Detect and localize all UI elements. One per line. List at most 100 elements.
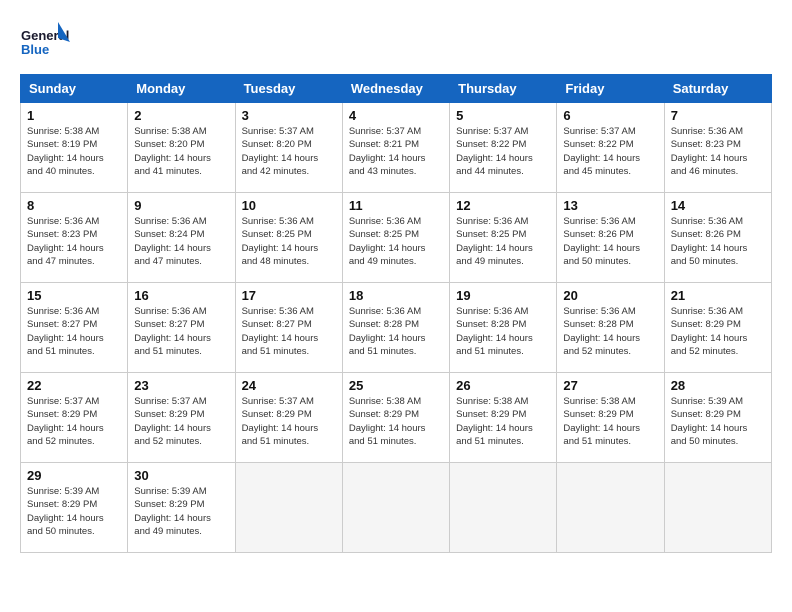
- calendar-cell: [664, 463, 771, 553]
- day-number: 2: [134, 108, 228, 123]
- calendar-cell: 11 Sunrise: 5:36 AMSunset: 8:25 PMDayligh…: [342, 193, 449, 283]
- calendar-cell: 18Sunrise: 5:36 AMSunset: 8:28 PMDayligh…: [342, 283, 449, 373]
- calendar-cell: 2 Sunrise: 5:38 AMSunset: 8:20 PMDaylight…: [128, 103, 235, 193]
- calendar-cell: 30 Sunrise: 5:39 AMSunset: 8:29 PMDayligh…: [128, 463, 235, 553]
- day-info: Sunrise: 5:38 AMSunset: 8:29 PMDaylight:…: [349, 395, 443, 448]
- calendar-cell: 13 Sunrise: 5:36 AMSunset: 8:26 PMDayligh…: [557, 193, 664, 283]
- day-number: 30: [134, 468, 228, 483]
- calendar-week-row: 29 Sunrise: 5:39 AMSunset: 8:29 PMDayligh…: [21, 463, 772, 553]
- day-info: Sunrise: 5:36 AMSunset: 8:26 PMDaylight:…: [563, 215, 657, 268]
- day-info: Sunrise: 5:36 AMSunset: 8:23 PMDaylight:…: [671, 125, 765, 178]
- calendar-cell: 1 Sunrise: 5:38 AMSunset: 8:19 PMDaylight…: [21, 103, 128, 193]
- calendar-cell: 19Sunrise: 5:36 AMSunset: 8:28 PMDayligh…: [450, 283, 557, 373]
- calendar-cell: [557, 463, 664, 553]
- weekday-header: Tuesday: [235, 75, 342, 103]
- day-number: 12: [456, 198, 550, 213]
- calendar-cell: 6 Sunrise: 5:37 AMSunset: 8:22 PMDaylight…: [557, 103, 664, 193]
- day-number: 9: [134, 198, 228, 213]
- day-info: Sunrise: 5:38 AMSunset: 8:29 PMDaylight:…: [456, 395, 550, 448]
- calendar-cell: 4 Sunrise: 5:37 AMSunset: 8:21 PMDaylight…: [342, 103, 449, 193]
- day-number: 18: [349, 288, 443, 303]
- day-info: Sunrise: 5:37 AMSunset: 8:29 PMDaylight:…: [242, 395, 336, 448]
- weekday-header: Sunday: [21, 75, 128, 103]
- calendar-cell: 25 Sunrise: 5:38 AMSunset: 8:29 PMDayligh…: [342, 373, 449, 463]
- day-info: Sunrise: 5:36 AMSunset: 8:27 PMDaylight:…: [134, 305, 228, 358]
- day-number: 25: [349, 378, 443, 393]
- day-number: 22: [27, 378, 121, 393]
- calendar-week-row: 15 Sunrise: 5:36 AMSunset: 8:27 PMDayligh…: [21, 283, 772, 373]
- header: General Blue: [20, 20, 772, 64]
- calendar-cell: 10 Sunrise: 5:36 AMSunset: 8:25 PMDayligh…: [235, 193, 342, 283]
- calendar-cell: 16 Sunrise: 5:36 AMSunset: 8:27 PMDayligh…: [128, 283, 235, 373]
- calendar-cell: 15 Sunrise: 5:36 AMSunset: 8:27 PMDayligh…: [21, 283, 128, 373]
- weekday-header: Monday: [128, 75, 235, 103]
- day-info: Sunrise: 5:38 AMSunset: 8:19 PMDaylight:…: [27, 125, 121, 178]
- calendar-cell: 27 Sunrise: 5:38 AMSunset: 8:29 PMDayligh…: [557, 373, 664, 463]
- day-number: 7: [671, 108, 765, 123]
- day-number: 8: [27, 198, 121, 213]
- day-number: 26: [456, 378, 550, 393]
- day-info: Sunrise: 5:36 AMSunset: 8:24 PMDaylight:…: [134, 215, 228, 268]
- day-number: 24: [242, 378, 336, 393]
- day-number: 16: [134, 288, 228, 303]
- day-info: Sunrise: 5:39 AMSunset: 8:29 PMDaylight:…: [134, 485, 228, 538]
- day-info: Sunrise: 5:37 AMSunset: 8:22 PMDaylight:…: [456, 125, 550, 178]
- calendar-cell: 22 Sunrise: 5:37 AMSunset: 8:29 PMDayligh…: [21, 373, 128, 463]
- calendar-cell: 17Sunrise: 5:36 AMSunset: 8:27 PMDayligh…: [235, 283, 342, 373]
- day-number: 3: [242, 108, 336, 123]
- day-info: Sunrise: 5:36 AMSunset: 8:25 PMDaylight:…: [456, 215, 550, 268]
- day-number: 6: [563, 108, 657, 123]
- calendar-cell: 12 Sunrise: 5:36 AMSunset: 8:25 PMDayligh…: [450, 193, 557, 283]
- weekday-header: Saturday: [664, 75, 771, 103]
- calendar-cell: 8 Sunrise: 5:36 AMSunset: 8:23 PMDaylight…: [21, 193, 128, 283]
- calendar-week-row: 8 Sunrise: 5:36 AMSunset: 8:23 PMDaylight…: [21, 193, 772, 283]
- logo: General Blue: [20, 20, 70, 64]
- calendar-header-row: SundayMondayTuesdayWednesdayThursdayFrid…: [21, 75, 772, 103]
- weekday-header: Wednesday: [342, 75, 449, 103]
- day-number: 15: [27, 288, 121, 303]
- svg-text:Blue: Blue: [21, 42, 49, 57]
- day-number: 23: [134, 378, 228, 393]
- day-info: Sunrise: 5:39 AMSunset: 8:29 PMDaylight:…: [671, 395, 765, 448]
- logo-icon: General Blue: [20, 20, 70, 64]
- day-info: Sunrise: 5:36 AMSunset: 8:23 PMDaylight:…: [27, 215, 121, 268]
- day-number: 1: [27, 108, 121, 123]
- calendar-cell: [342, 463, 449, 553]
- calendar-cell: 28 Sunrise: 5:39 AMSunset: 8:29 PMDayligh…: [664, 373, 771, 463]
- day-info: Sunrise: 5:37 AMSunset: 8:21 PMDaylight:…: [349, 125, 443, 178]
- day-number: 28: [671, 378, 765, 393]
- weekday-header: Friday: [557, 75, 664, 103]
- day-number: 13: [563, 198, 657, 213]
- day-info: Sunrise: 5:36 AMSunset: 8:28 PMDaylight:…: [563, 305, 657, 358]
- day-info: Sunrise: 5:36 AMSunset: 8:25 PMDaylight:…: [349, 215, 443, 268]
- weekday-header: Thursday: [450, 75, 557, 103]
- calendar-cell: 20 Sunrise: 5:36 AMSunset: 8:28 PMDayligh…: [557, 283, 664, 373]
- day-number: 10: [242, 198, 336, 213]
- day-number: 4: [349, 108, 443, 123]
- day-info: Sunrise: 5:38 AMSunset: 8:29 PMDaylight:…: [563, 395, 657, 448]
- day-number: 19: [456, 288, 550, 303]
- day-info: Sunrise: 5:39 AMSunset: 8:29 PMDaylight:…: [27, 485, 121, 538]
- calendar-cell: [235, 463, 342, 553]
- day-info: Sunrise: 5:36 AMSunset: 8:27 PMDaylight:…: [27, 305, 121, 358]
- day-number: 29: [27, 468, 121, 483]
- calendar-cell: 24 Sunrise: 5:37 AMSunset: 8:29 PMDayligh…: [235, 373, 342, 463]
- day-info: Sunrise: 5:37 AMSunset: 8:22 PMDaylight:…: [563, 125, 657, 178]
- calendar-cell: 5 Sunrise: 5:37 AMSunset: 8:22 PMDaylight…: [450, 103, 557, 193]
- calendar-cell: 14Sunrise: 5:36 AMSunset: 8:26 PMDayligh…: [664, 193, 771, 283]
- day-number: 20: [563, 288, 657, 303]
- day-info: Sunrise: 5:36 AMSunset: 8:25 PMDaylight:…: [242, 215, 336, 268]
- day-number: 14: [671, 198, 765, 213]
- calendar-week-row: 22 Sunrise: 5:37 AMSunset: 8:29 PMDayligh…: [21, 373, 772, 463]
- calendar-cell: [450, 463, 557, 553]
- day-number: 11: [349, 198, 443, 213]
- calendar-cell: 9 Sunrise: 5:36 AMSunset: 8:24 PMDaylight…: [128, 193, 235, 283]
- day-number: 5: [456, 108, 550, 123]
- calendar-cell: 7 Sunrise: 5:36 AMSunset: 8:23 PMDaylight…: [664, 103, 771, 193]
- day-info: Sunrise: 5:38 AMSunset: 8:20 PMDaylight:…: [134, 125, 228, 178]
- calendar-cell: 23Sunrise: 5:37 AMSunset: 8:29 PMDayligh…: [128, 373, 235, 463]
- day-number: 17: [242, 288, 336, 303]
- day-info: Sunrise: 5:37 AMSunset: 8:29 PMDaylight:…: [27, 395, 121, 448]
- day-info: Sunrise: 5:36 AMSunset: 8:29 PMDaylight:…: [671, 305, 765, 358]
- day-number: 27: [563, 378, 657, 393]
